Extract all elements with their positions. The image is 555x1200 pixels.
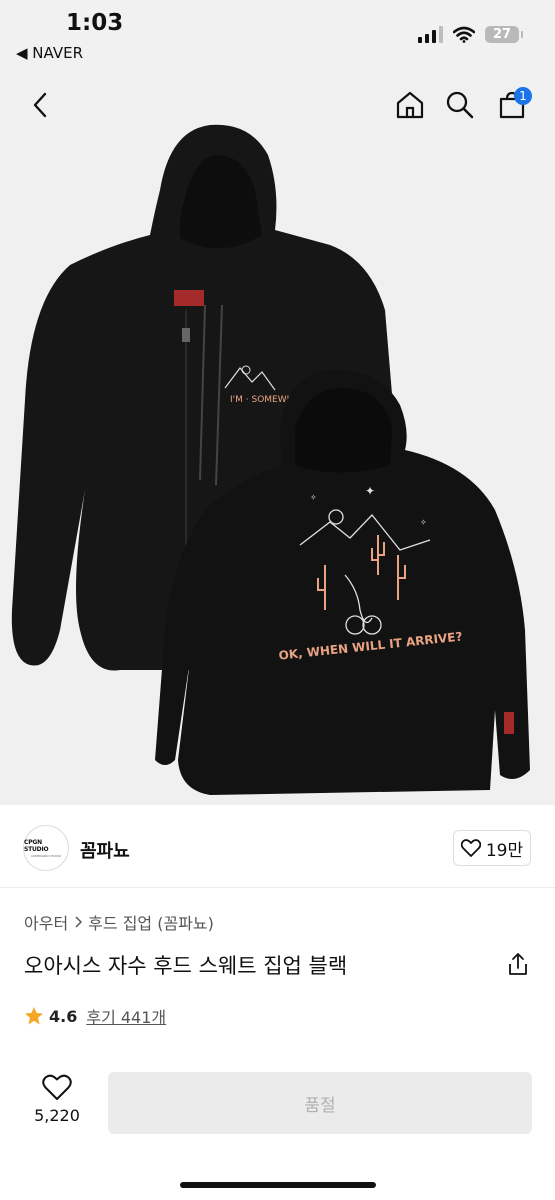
breadcrumb: 아우터 후드 집업 (꼼파뇨) xyxy=(24,910,214,934)
seller-row[interactable]: CPGN STUDIO COMPAGNO STUDIO 꼼파뇨 19만 xyxy=(0,805,555,888)
rating-value: 4.6 xyxy=(49,1006,78,1026)
svg-text:✧: ✧ xyxy=(310,493,317,502)
bottom-bar: 5,220 품절 xyxy=(0,1060,555,1200)
chevron-right-icon xyxy=(75,916,83,928)
svg-text:✧: ✧ xyxy=(420,518,427,527)
heart-icon xyxy=(460,839,481,857)
breadcrumb-item-hood-zipup[interactable]: 후드 집업 (꼼파뇨) xyxy=(88,910,214,934)
back-button[interactable] xyxy=(20,85,60,125)
star-icon xyxy=(25,1007,43,1025)
wishlist-count: 5,220 xyxy=(34,1106,80,1125)
status-icons: 27 xyxy=(418,26,523,43)
heart-icon xyxy=(42,1074,72,1100)
store-like-button[interactable]: 19만 xyxy=(453,830,531,866)
soldout-button[interactable]: 품절 xyxy=(108,1072,532,1134)
search-icon xyxy=(446,91,474,119)
svg-text:✦: ✦ xyxy=(365,484,375,498)
breadcrumb-item-outer[interactable]: 아우터 xyxy=(24,910,68,934)
seller-logo-text: CPGN STUDIO xyxy=(24,838,49,853)
wifi-icon xyxy=(453,26,475,43)
share-icon xyxy=(509,953,527,975)
cart-badge: 1 xyxy=(514,87,532,105)
back-to-app-link[interactable]: ◀ NAVER xyxy=(16,44,83,62)
product-title: 오아시스 자수 후드 스웨트 집업 블랙 xyxy=(24,954,348,978)
cart-button[interactable]: 1 xyxy=(492,85,532,125)
seller-logo[interactable]: CPGN STUDIO COMPAGNO STUDIO xyxy=(23,825,69,871)
brand-label xyxy=(174,290,204,306)
status-time: 1:03 xyxy=(66,10,124,36)
status-bar: 1:03 ◀ NAVER 27 xyxy=(0,0,555,70)
review-link[interactable]: 후기 441개 xyxy=(86,1004,166,1028)
rating-row: 4.6 후기 441개 xyxy=(24,1004,166,1028)
battery-indicator: 27 xyxy=(485,26,523,43)
signal-icon xyxy=(418,26,443,43)
back-arrow-icon xyxy=(33,92,47,118)
top-nav: 1 xyxy=(0,70,555,140)
wishlist-button[interactable]: 5,220 xyxy=(26,1074,88,1125)
store-like-count: 19만 xyxy=(485,840,524,861)
home-button[interactable] xyxy=(390,85,430,125)
seller-logo-subtext: COMPAGNO STUDIO xyxy=(30,853,62,858)
seller-name[interactable]: 꼼파뇨 xyxy=(80,837,130,863)
home-indicator xyxy=(180,1182,376,1188)
product-image[interactable]: I'M · SOMEWHERE ✦ ✧ ✧ OK, WHEN WILL IT A xyxy=(0,70,555,805)
home-icon xyxy=(396,91,424,119)
hoodie-illustration: I'M · SOMEWHERE ✦ ✧ ✧ OK, WHEN WILL IT A xyxy=(11,124,530,795)
share-button[interactable] xyxy=(504,950,532,978)
search-button[interactable] xyxy=(440,85,480,125)
